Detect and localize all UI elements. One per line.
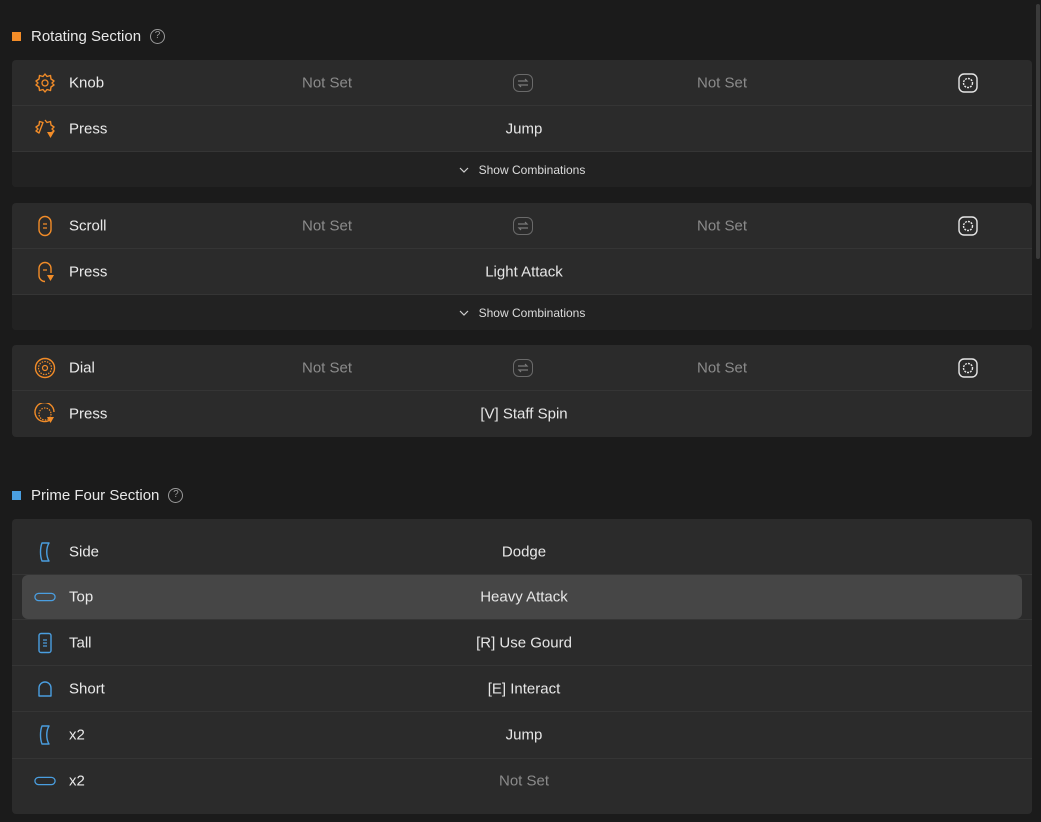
top-x2-binding[interactable]: Not Set — [499, 773, 549, 790]
side-button-icon — [34, 724, 56, 746]
tall-row[interactable]: Tall [R] Use Gourd — [12, 619, 1032, 666]
dial-card: Dial Not Set Not Set Press [V] Staff Spi… — [12, 345, 1032, 437]
section-marker-orange — [12, 31, 21, 41]
settings-icon[interactable] — [958, 72, 978, 93]
knob-left-binding[interactable]: Not Set — [302, 74, 352, 91]
knob-icon — [34, 72, 56, 94]
section-marker-blue — [12, 490, 21, 500]
dial-row[interactable]: Dial Not Set Not Set — [12, 345, 1032, 391]
show-combinations-label: Show Combinations — [478, 305, 586, 320]
scroll-press-icon — [34, 261, 56, 283]
dial-press-icon — [34, 403, 56, 425]
show-combinations-label: Show Combinations — [478, 162, 586, 177]
press-label: Press — [69, 120, 108, 137]
knob-card: Knob Not Set Not Set Press Jump Show Com… — [12, 60, 1032, 187]
scroll-row[interactable]: Scroll Not Set Not Set — [12, 203, 1032, 249]
scroll-left-binding[interactable]: Not Set — [302, 217, 352, 234]
side-x2-row[interactable]: x2 Jump — [12, 712, 1032, 759]
settings-icon[interactable] — [958, 215, 978, 236]
top-x2-label: x2 — [69, 772, 85, 790]
top-binding[interactable]: Heavy Attack — [480, 589, 568, 606]
swap-icon[interactable] — [513, 358, 533, 377]
short-row[interactable]: Short [E] Interact — [12, 666, 1032, 712]
press-label: Press — [69, 405, 108, 423]
press-label: Press — [69, 263, 108, 280]
scroll-label: Scroll — [69, 217, 107, 234]
dial-press-binding[interactable]: [V] Staff Spin — [480, 406, 567, 423]
knob-press-icon — [34, 118, 56, 140]
side-x2-label: x2 — [69, 726, 85, 744]
dial-icon — [34, 357, 56, 379]
show-combinations-button[interactable]: Show Combinations — [12, 152, 1032, 187]
chevron-down-icon — [459, 310, 469, 316]
settings-icon[interactable] — [958, 357, 978, 378]
dial-left-binding[interactable]: Not Set — [302, 359, 352, 376]
help-icon[interactable]: ? — [168, 487, 184, 503]
swap-icon[interactable] — [513, 216, 533, 235]
top-row[interactable]: Top Heavy Attack — [22, 575, 1022, 619]
show-combinations-button[interactable]: Show Combinations — [12, 295, 1032, 330]
dial-right-binding[interactable]: Not Set — [697, 359, 747, 376]
side-x2-binding[interactable]: Jump — [506, 727, 543, 744]
knob-label: Knob — [69, 74, 105, 91]
top-button-icon — [34, 586, 56, 608]
swap-icon[interactable] — [513, 73, 533, 92]
side-binding[interactable]: Dodge — [502, 543, 546, 560]
help-icon[interactable]: ? — [150, 28, 166, 44]
short-binding[interactable]: [E] Interact — [488, 680, 561, 697]
top-button-icon — [34, 770, 56, 792]
scrollbar-track[interactable] — [1033, 0, 1041, 822]
short-label: Short — [69, 680, 105, 697]
prime-four-card: Side Dodge Top Heavy Attack Tall [R] Use… — [12, 519, 1032, 814]
short-button-icon — [34, 678, 56, 700]
tall-binding[interactable]: [R] Use Gourd — [476, 634, 572, 651]
side-label: Side — [69, 543, 100, 560]
top-label: Top — [69, 588, 94, 606]
chevron-down-icon — [459, 167, 469, 173]
knob-press-binding[interactable]: Jump — [506, 120, 543, 137]
scroll-right-binding[interactable]: Not Set — [697, 217, 747, 234]
tall-label: Tall — [69, 634, 92, 651]
scroll-press-row[interactable]: Press Light Attack — [12, 249, 1032, 295]
scroll-card: Scroll Not Set Not Set Press Light Attac… — [12, 203, 1032, 330]
scroll-icon — [34, 215, 56, 237]
knob-row[interactable]: Knob Not Set Not Set — [12, 60, 1032, 106]
dial-label: Dial — [69, 359, 95, 376]
tall-button-icon — [34, 632, 56, 654]
knob-press-row[interactable]: Press Jump — [12, 106, 1032, 152]
top-x2-row[interactable]: x2 Not Set — [12, 759, 1032, 803]
prime-four-section-header: Prime Four Section ? — [12, 485, 184, 505]
dial-press-row[interactable]: Press [V] Staff Spin — [12, 391, 1032, 437]
side-row[interactable]: Side Dodge — [12, 529, 1032, 575]
knob-right-binding[interactable]: Not Set — [697, 74, 747, 91]
section-title: Prime Four Section — [31, 486, 160, 504]
section-title: Rotating Section — [31, 27, 142, 45]
side-button-icon — [34, 541, 56, 563]
rotating-section-header: Rotating Section ? — [12, 26, 166, 46]
scroll-press-binding[interactable]: Light Attack — [485, 263, 563, 280]
scrollbar-thumb[interactable] — [1036, 4, 1040, 259]
